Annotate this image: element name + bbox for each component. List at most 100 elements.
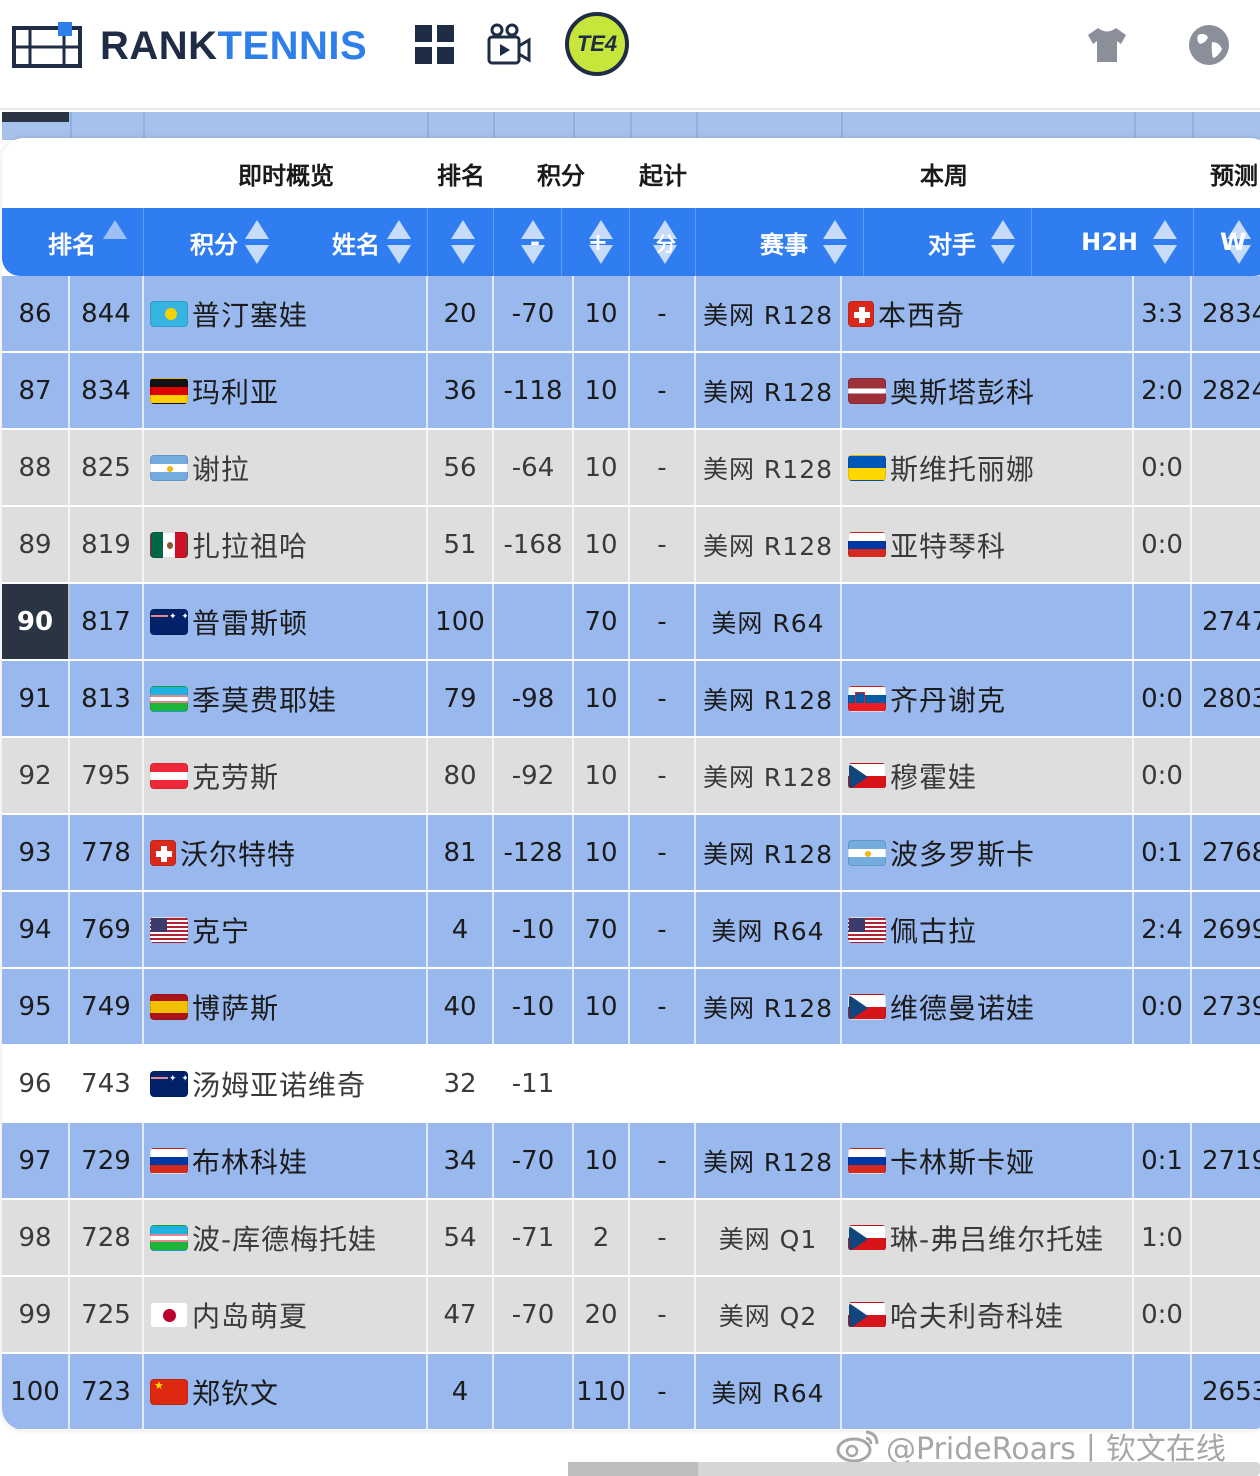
cell-opponent[interactable]: 亚特琴科: [842, 507, 1134, 582]
cell-player[interactable]: 普汀塞娃: [144, 276, 428, 351]
cell-rank-text: 94: [18, 914, 52, 945]
sort-start-points-button[interactable]: 分: [630, 208, 696, 276]
cell-minus: -64: [494, 430, 574, 505]
table-row[interactable]: 99 725 内岛萌夏 47 -70 20 - 美网 Q2 哈夫利奇科娃 0:0: [2, 1277, 1260, 1354]
cell-plus: 70: [574, 584, 630, 659]
cell-player[interactable]: 季莫费耶娃: [144, 661, 428, 736]
cell-player[interactable]: 布林科娃: [144, 1123, 428, 1198]
cell-player[interactable]: 博萨斯: [144, 969, 428, 1044]
table-row[interactable]: 97 729 布林科娃 34 -70 10 - 美网 R128 卡林斯卡娅 0:1 2719: [2, 1123, 1260, 1200]
table-row[interactable]: 94 769 克宁 4 -10 70 - 美网 R64 佩古拉 2:4 2699: [2, 892, 1260, 969]
table-row[interactable]: 93 778 沃尔特特 81 -128 10 - 美网 R128 波多罗斯卡 0:1 2768: [2, 815, 1260, 892]
cell-player[interactable]: 波-库德梅托娃: [144, 1200, 428, 1275]
cell-opponent-text: 斯维托丽娜: [890, 452, 1036, 486]
cell-opponent[interactable]: 波多罗斯卡: [842, 815, 1134, 890]
cell-opponent[interactable]: 维德曼诺娃: [842, 969, 1134, 1044]
table-row[interactable]: 91 813 季莫费耶娃 79 -98 10 - 美网 R128 齐丹谢克 0:0 2803: [2, 661, 1260, 738]
cell-win-text: 2824: [1202, 375, 1260, 406]
sort-points-button[interactable]: 积分: [144, 208, 286, 276]
cell-player[interactable]: 克宁: [144, 892, 428, 967]
cell-player[interactable]: 谢拉: [144, 430, 428, 505]
table-row[interactable]: 88 825 谢拉 56 -64 10 - 美网 R128 斯维托丽娜 0:0: [2, 430, 1260, 507]
cell-event-text: 美网 Q1: [718, 1224, 818, 1254]
cell-player-text: 博萨斯: [192, 991, 280, 1025]
table-row[interactable]: 98 728 波-库德梅托娃 54 -71 2 - 美网 Q1 琳-弗吕维尔托娃 1:0: [2, 1200, 1260, 1277]
sort-plus-button[interactable]: +: [562, 208, 630, 276]
cell-player[interactable]: 汤姆亚诺维奇: [144, 1046, 428, 1121]
cell-win: 2653: [1192, 1354, 1260, 1429]
cell-opponent[interactable]: 斯维托丽娜: [842, 430, 1134, 505]
cell-start-text: -: [657, 452, 667, 483]
table-row[interactable]: 89 819 扎拉祖哈 51 -168 10 - 美网 R128 亚特琴科 0:0: [2, 507, 1260, 584]
cell-win: 2824: [1192, 353, 1260, 428]
table-row[interactable]: 86 844 普汀塞娃 20 -70 10 - 美网 R128 本西奇 3:3 2834: [2, 276, 1260, 353]
weibo-logo-icon: [836, 1430, 879, 1463]
shirt-icon[interactable]: [1084, 22, 1130, 68]
sort-h2h-button[interactable]: H2H: [1032, 208, 1194, 276]
cell-minus: [494, 584, 574, 659]
scrollbar-thumb[interactable]: [568, 1462, 698, 1476]
cell-h2h: 0:0: [1134, 430, 1192, 505]
cell-event-text: 美网 R128: [702, 685, 834, 715]
cell-rank-text: 97: [18, 1145, 52, 1176]
cell-opponent[interactable]: 佩古拉: [842, 892, 1134, 967]
sort-prev-rank-button[interactable]: [428, 208, 494, 276]
cell-opponent[interactable]: 奥斯塔彭科: [842, 353, 1134, 428]
table-row[interactable]: 95 749 博萨斯 40 -10 10 - 美网 R128 维德曼诺娃 0:0 2739: [2, 969, 1260, 1046]
cell-win: [1192, 1200, 1260, 1275]
cell-player[interactable]: 克劳斯: [144, 738, 428, 813]
cell-opponent: [842, 584, 1134, 659]
cell-points-text: 844: [81, 298, 131, 329]
globe-icon[interactable]: [1186, 22, 1232, 68]
sort-rank-button[interactable]: 排名: [2, 208, 144, 276]
cell-points: 749: [70, 969, 144, 1044]
sort-event-button[interactable]: 赛事: [696, 208, 864, 276]
flag-ch-icon: [150, 839, 176, 866]
video-camera-icon[interactable]: [486, 22, 532, 68]
cell-opponent[interactable]: 哈夫利奇科娃: [842, 1277, 1134, 1352]
cell-plus: 20: [574, 1277, 630, 1352]
cell-opponent: [842, 1046, 1134, 1121]
grid-icon[interactable]: [412, 22, 458, 68]
cell-h2h: 0:0: [1134, 507, 1192, 582]
sort-opponent-button[interactable]: 对手: [864, 208, 1032, 276]
table-row[interactable]: 92 795 克劳斯 80 -92 10 - 美网 R128 穆霍娃 0:0: [2, 738, 1260, 815]
cell-opponent[interactable]: 琳-弗吕维尔托娃: [842, 1200, 1134, 1275]
cell-opponent-text: 琳-弗吕维尔托娃: [890, 1222, 1105, 1256]
sort-name-button[interactable]: 姓名: [286, 208, 428, 276]
table-row[interactable]: 90 817 普雷斯顿 100 70 - 美网 R64 2747: [2, 584, 1260, 661]
site-logo[interactable]: RANKTENNIS: [12, 22, 367, 70]
cell-opponent[interactable]: 穆霍娃: [842, 738, 1134, 813]
cell-plus: 70: [574, 892, 630, 967]
table-row[interactable]: 96 743 汤姆亚诺维奇 32 -11: [2, 1046, 1260, 1123]
divider: [573, 112, 575, 140]
cell-start-text: -: [657, 683, 667, 714]
cell-prev-rank: 36: [428, 353, 494, 428]
cell-prev-rank-text: 32: [443, 1068, 477, 1099]
sort-icon: [450, 218, 476, 266]
cell-points: 769: [70, 892, 144, 967]
logo-icon: [12, 22, 84, 70]
sort-win-button[interactable]: W: [1194, 208, 1260, 276]
te4-badge[interactable]: TE4: [565, 12, 629, 76]
cell-points-text: 817: [81, 606, 131, 637]
divider: [427, 112, 429, 140]
cell-minus-text: -10: [511, 991, 555, 1022]
brand-name: RANKTENNIS: [100, 22, 367, 70]
table-row[interactable]: 100 723 郑钦文 4 110- 美网 R64 2653: [2, 1354, 1260, 1430]
cell-opponent[interactable]: 卡林斯卡娅: [842, 1123, 1134, 1198]
cell-player[interactable]: 扎拉祖哈: [144, 507, 428, 582]
cell-opponent[interactable]: 本西奇: [842, 276, 1134, 351]
cell-player[interactable]: 内岛萌夏: [144, 1277, 428, 1352]
cell-start: [630, 1046, 696, 1121]
sort-minus-button[interactable]: -: [494, 208, 562, 276]
table-row[interactable]: 87 834 玛利亚 36 -118 10 - 美网 R128 奥斯塔彭科 2:0 2824: [2, 353, 1260, 430]
cell-player[interactable]: 沃尔特特: [144, 815, 428, 890]
cell-start-text: -: [657, 837, 667, 868]
cell-player[interactable]: 玛利亚: [144, 353, 428, 428]
cell-h2h: 3:3: [1134, 276, 1192, 351]
cell-player[interactable]: 普雷斯顿: [144, 584, 428, 659]
cell-opponent[interactable]: 齐丹谢克: [842, 661, 1134, 736]
horizontal-scrollbar[interactable]: [568, 1462, 1260, 1476]
cell-player[interactable]: 郑钦文: [144, 1354, 428, 1429]
